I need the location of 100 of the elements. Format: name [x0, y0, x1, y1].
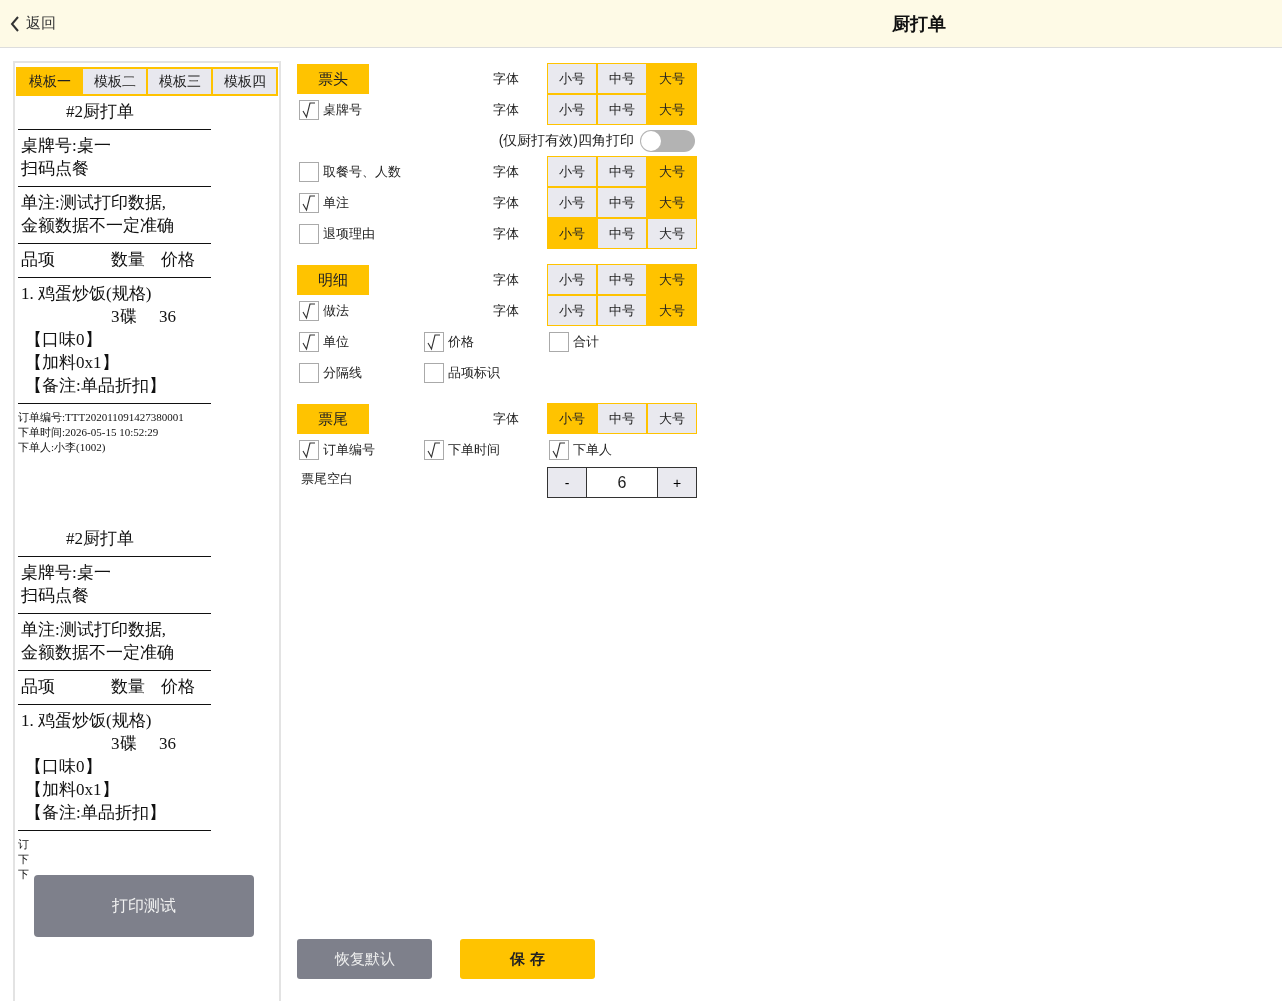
- reset-button[interactable]: 恢复默认: [297, 939, 432, 979]
- decrement-button[interactable]: -: [548, 468, 587, 497]
- section-header: 票头: [297, 63, 369, 94]
- checkbox-label: 分隔线: [323, 363, 362, 382]
- font-size-option[interactable]: 小号: [548, 265, 596, 294]
- section-header: 票尾: [297, 403, 369, 434]
- print-test-button[interactable]: 打印测试: [34, 875, 254, 937]
- checkbox[interactable]: [299, 300, 319, 321]
- column-header: 品项: [21, 677, 55, 696]
- column-header: 价格: [161, 677, 195, 696]
- font-size-option[interactable]: 中号: [598, 296, 646, 325]
- checkbox[interactable]: [299, 99, 319, 120]
- font-label: 字体: [493, 225, 519, 241]
- template-tab[interactable]: 模板四: [213, 69, 276, 94]
- stepper-value[interactable]: 6: [587, 468, 657, 497]
- font-size-option[interactable]: 大号: [648, 219, 696, 248]
- item-name: 1. 鸡蛋炒饭(规格): [21, 284, 152, 303]
- font-label: 字体: [493, 194, 519, 210]
- receipt-text: 桌牌号:桌一: [21, 563, 111, 582]
- font-label: 字体: [493, 101, 519, 117]
- font-label: 字体: [493, 163, 519, 179]
- font-size-option[interactable]: 中号: [598, 404, 646, 433]
- template-tab[interactable]: 模板二: [83, 69, 146, 94]
- receipt-text: 金额数据不一定准确: [21, 643, 174, 662]
- item-quantity: 3碟: [111, 307, 137, 326]
- checkbox-label: 桌牌号: [323, 100, 362, 119]
- item-detail: 【口味0】: [25, 757, 102, 776]
- checkbox[interactable]: [299, 192, 319, 213]
- checkbox-label: 取餐号、人数: [323, 162, 401, 181]
- checkbox[interactable]: [299, 331, 319, 352]
- checkbox[interactable]: [299, 439, 319, 460]
- font-size-option[interactable]: 中号: [598, 157, 646, 186]
- receipt-text: 桌牌号:桌一: [21, 136, 111, 155]
- font-label: 字体: [493, 70, 519, 86]
- font-size-option[interactable]: 小号: [548, 95, 596, 124]
- item-price: 36: [159, 307, 176, 326]
- checkbox-label: 价格: [448, 332, 474, 351]
- receipt-footer-text: 下单人:小李(1002): [18, 441, 106, 453]
- checkbox[interactable]: [424, 362, 444, 383]
- checkbox-label: 合计: [573, 332, 599, 351]
- font-size-option[interactable]: 小号: [548, 157, 596, 186]
- item-detail: 【加料0x1】: [25, 780, 119, 799]
- font-size-option[interactable]: 中号: [598, 265, 646, 294]
- checkbox[interactable]: [299, 161, 319, 182]
- section-header: 明细: [297, 264, 369, 295]
- toggle-switch[interactable]: [640, 129, 695, 152]
- save-button[interactable]: 保 存: [460, 939, 595, 979]
- checkbox[interactable]: [549, 331, 569, 352]
- item-price: 36: [159, 734, 176, 753]
- checkbox[interactable]: [424, 439, 444, 460]
- checkbox-label: 做法: [323, 301, 349, 320]
- template-tab[interactable]: 模板三: [148, 69, 211, 94]
- checkbox[interactable]: [299, 362, 319, 383]
- item-detail: 【加料0x1】: [25, 353, 119, 372]
- item-detail: 【口味0】: [25, 330, 102, 349]
- toggle-label: (仅厨打有效)四角打印: [498, 131, 634, 150]
- receipt-text: 扫码点餐: [21, 159, 89, 178]
- receipt-footer-text: 下单时间:2026-05-15 10:52:29: [18, 426, 159, 438]
- increment-button[interactable]: +: [657, 468, 696, 497]
- font-size-option[interactable]: 中号: [598, 64, 646, 93]
- font-label: 字体: [493, 410, 519, 426]
- column-header: 数量: [111, 250, 145, 269]
- column-header: 价格: [161, 250, 195, 269]
- item-name: 1. 鸡蛋炒饭(规格): [21, 711, 152, 730]
- checkbox-label: 单注: [323, 193, 349, 212]
- checkbox[interactable]: [299, 223, 319, 244]
- checkbox-label: 下单人: [573, 440, 612, 459]
- column-header: 数量: [111, 677, 145, 696]
- font-label: 字体: [493, 271, 519, 287]
- receipt-text: 单注:测试打印数据,: [21, 620, 166, 639]
- font-size-option[interactable]: 小号: [548, 296, 596, 325]
- back-button[interactable]: 返回: [10, 14, 56, 33]
- font-size-option[interactable]: 中号: [598, 188, 646, 217]
- checkbox[interactable]: [549, 439, 569, 460]
- receipt-text: 扫码点餐: [21, 586, 89, 605]
- receipt-text: 金额数据不一定准确: [21, 216, 174, 235]
- item-detail: 【备注:单品折扣】: [25, 803, 166, 822]
- checkbox-label: 品项标识: [448, 363, 500, 382]
- back-icon: [10, 15, 20, 32]
- receipt-footer-text: 订: [18, 838, 29, 850]
- receipt-footer-text: 下: [18, 868, 29, 880]
- font-size-option[interactable]: 小号: [548, 188, 596, 217]
- font-size-option[interactable]: 中号: [598, 219, 646, 248]
- font-size-option[interactable]: 小号: [548, 64, 596, 93]
- checkbox-label: 下单时间: [448, 440, 500, 459]
- font-size-option[interactable]: 大号: [648, 404, 696, 433]
- checkbox-label: 退项理由: [323, 224, 375, 243]
- checkbox[interactable]: [424, 331, 444, 352]
- item-quantity: 3碟: [111, 734, 137, 753]
- item-detail: 【备注:单品折扣】: [25, 376, 166, 395]
- stepper-label: 票尾空白: [301, 470, 353, 486]
- receipt-title: #2厨打单: [66, 102, 134, 121]
- checkbox-label: 订单编号: [323, 440, 375, 459]
- font-size-option[interactable]: 中号: [598, 95, 646, 124]
- checkbox-label: 单位: [323, 332, 349, 351]
- receipt-title: #2厨打单: [66, 529, 134, 548]
- column-header: 品项: [21, 250, 55, 269]
- receipt-text: 单注:测试打印数据,: [21, 193, 166, 212]
- receipt-footer-text: 订单编号:TTT202011091427380001: [18, 411, 184, 423]
- font-label: 字体: [493, 302, 519, 318]
